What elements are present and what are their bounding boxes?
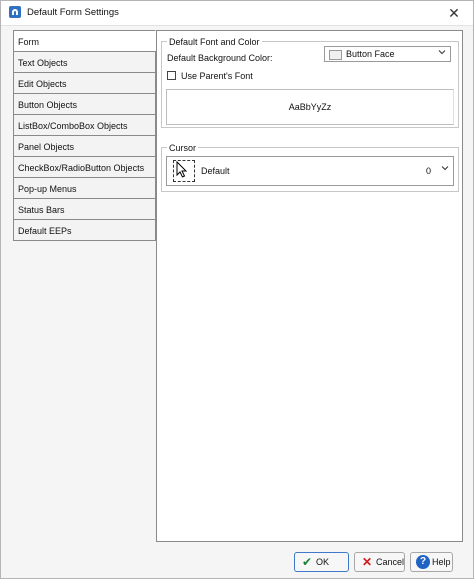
check-icon: ✔ bbox=[301, 555, 313, 569]
cursor-value: 0 bbox=[425, 166, 431, 176]
bg-color-select[interactable]: Button Face bbox=[324, 46, 451, 62]
font-preview[interactable]: AaBbYyZz bbox=[166, 89, 454, 125]
settings-panel: Default Font and Color Default Backgroun… bbox=[156, 30, 463, 542]
sidebar-item-listbox-combobox-objects[interactable]: ListBox/ComboBox Objects bbox=[13, 114, 156, 136]
color-swatch bbox=[329, 50, 342, 60]
app-icon bbox=[9, 6, 21, 18]
sidebar-item-panel-objects[interactable]: Panel Objects bbox=[13, 135, 156, 157]
font-color-group-title: Default Font and Color bbox=[167, 36, 262, 48]
dialog-window: Default Form Settings ✕ Form Text Object… bbox=[0, 0, 474, 579]
cursor-arrow-icon bbox=[173, 160, 195, 182]
font-preview-text: AaBbYyZz bbox=[288, 102, 332, 112]
use-parent-font-checkbox[interactable] bbox=[167, 71, 176, 80]
title-bar: Default Form Settings ✕ bbox=[1, 1, 473, 26]
help-icon: ? bbox=[416, 555, 430, 569]
cursor-select[interactable]: Default 0 bbox=[166, 156, 454, 186]
sidebar-item-default-eeps[interactable]: Default EEPs bbox=[13, 219, 156, 241]
cancel-button-label: Cancel bbox=[376, 557, 405, 567]
sidebar-item-popup-menus[interactable]: Pop-up Menus bbox=[13, 177, 156, 199]
ok-button-label: OK bbox=[316, 557, 330, 567]
font-color-group: Default Font and Color Default Backgroun… bbox=[161, 36, 459, 128]
window-title: Default Form Settings bbox=[27, 7, 119, 18]
help-button[interactable]: ? Help bbox=[410, 552, 453, 572]
category-list: Form Text Objects Edit Objects Button Ob… bbox=[13, 30, 156, 241]
bg-color-value: Button Face bbox=[346, 49, 395, 59]
sidebar-item-edit-objects[interactable]: Edit Objects bbox=[13, 72, 156, 94]
sidebar-item-form[interactable]: Form bbox=[13, 30, 156, 52]
cancel-button[interactable]: ✕ Cancel bbox=[354, 552, 405, 572]
cursor-group: Cursor Default 0 bbox=[161, 142, 459, 192]
ok-button[interactable]: ✔ OK bbox=[294, 552, 349, 572]
help-button-label: Help bbox=[432, 557, 451, 567]
chevron-down-icon bbox=[441, 164, 449, 174]
sidebar-item-button-objects[interactable]: Button Objects bbox=[13, 93, 156, 115]
sidebar-item-status-bars[interactable]: Status Bars bbox=[13, 198, 156, 220]
bg-color-label: Default Background Color: bbox=[167, 53, 273, 63]
cursor-group-title: Cursor bbox=[167, 142, 199, 154]
sidebar-item-text-objects[interactable]: Text Objects bbox=[13, 51, 156, 73]
close-icon[interactable]: ✕ bbox=[445, 4, 463, 22]
dialog-footer: ✔ OK ✕ Cancel ? Help bbox=[1, 546, 473, 579]
x-icon: ✕ bbox=[361, 555, 373, 569]
use-parent-font-label: Use Parent's Font bbox=[181, 71, 253, 81]
sidebar-item-checkbox-radiobutton-objects[interactable]: CheckBox/RadioButton Objects bbox=[13, 156, 156, 178]
cursor-name: Default bbox=[201, 166, 230, 176]
chevron-down-icon bbox=[438, 48, 446, 58]
